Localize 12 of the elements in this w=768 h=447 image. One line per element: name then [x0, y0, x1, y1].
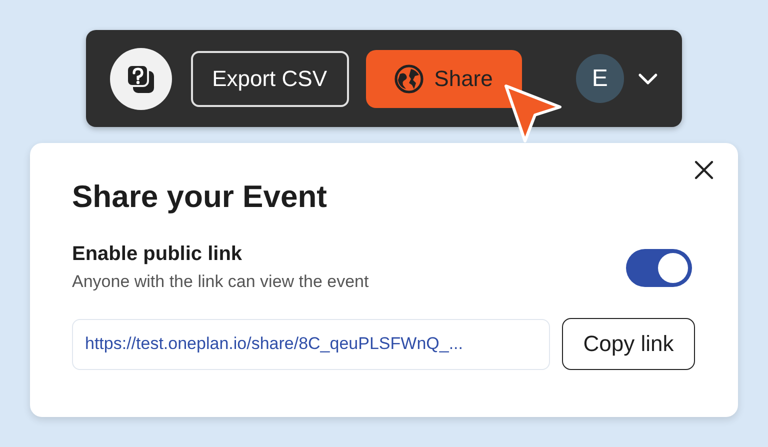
user-avatar[interactable]: E — [576, 54, 624, 103]
setting-description: Anyone with the link can view the event — [72, 272, 369, 292]
chevron-down-icon[interactable] — [638, 72, 658, 84]
dialog-title: Share your Event — [72, 179, 328, 215]
copy-link-button[interactable]: Copy link — [562, 318, 695, 370]
link-field[interactable]: https://test.oneplan.io/share/8C_qeuPLSFWnQ_... — [72, 318, 550, 370]
toggle-switch[interactable] — [626, 248, 692, 286]
share-button[interactable]: Share — [366, 50, 522, 108]
setting-label: Enable public link — [72, 243, 244, 266]
close-icon[interactable] — [694, 160, 714, 180]
globe-icon — [394, 64, 424, 94]
export-csv-button[interactable]: Export CSV — [190, 50, 349, 106]
